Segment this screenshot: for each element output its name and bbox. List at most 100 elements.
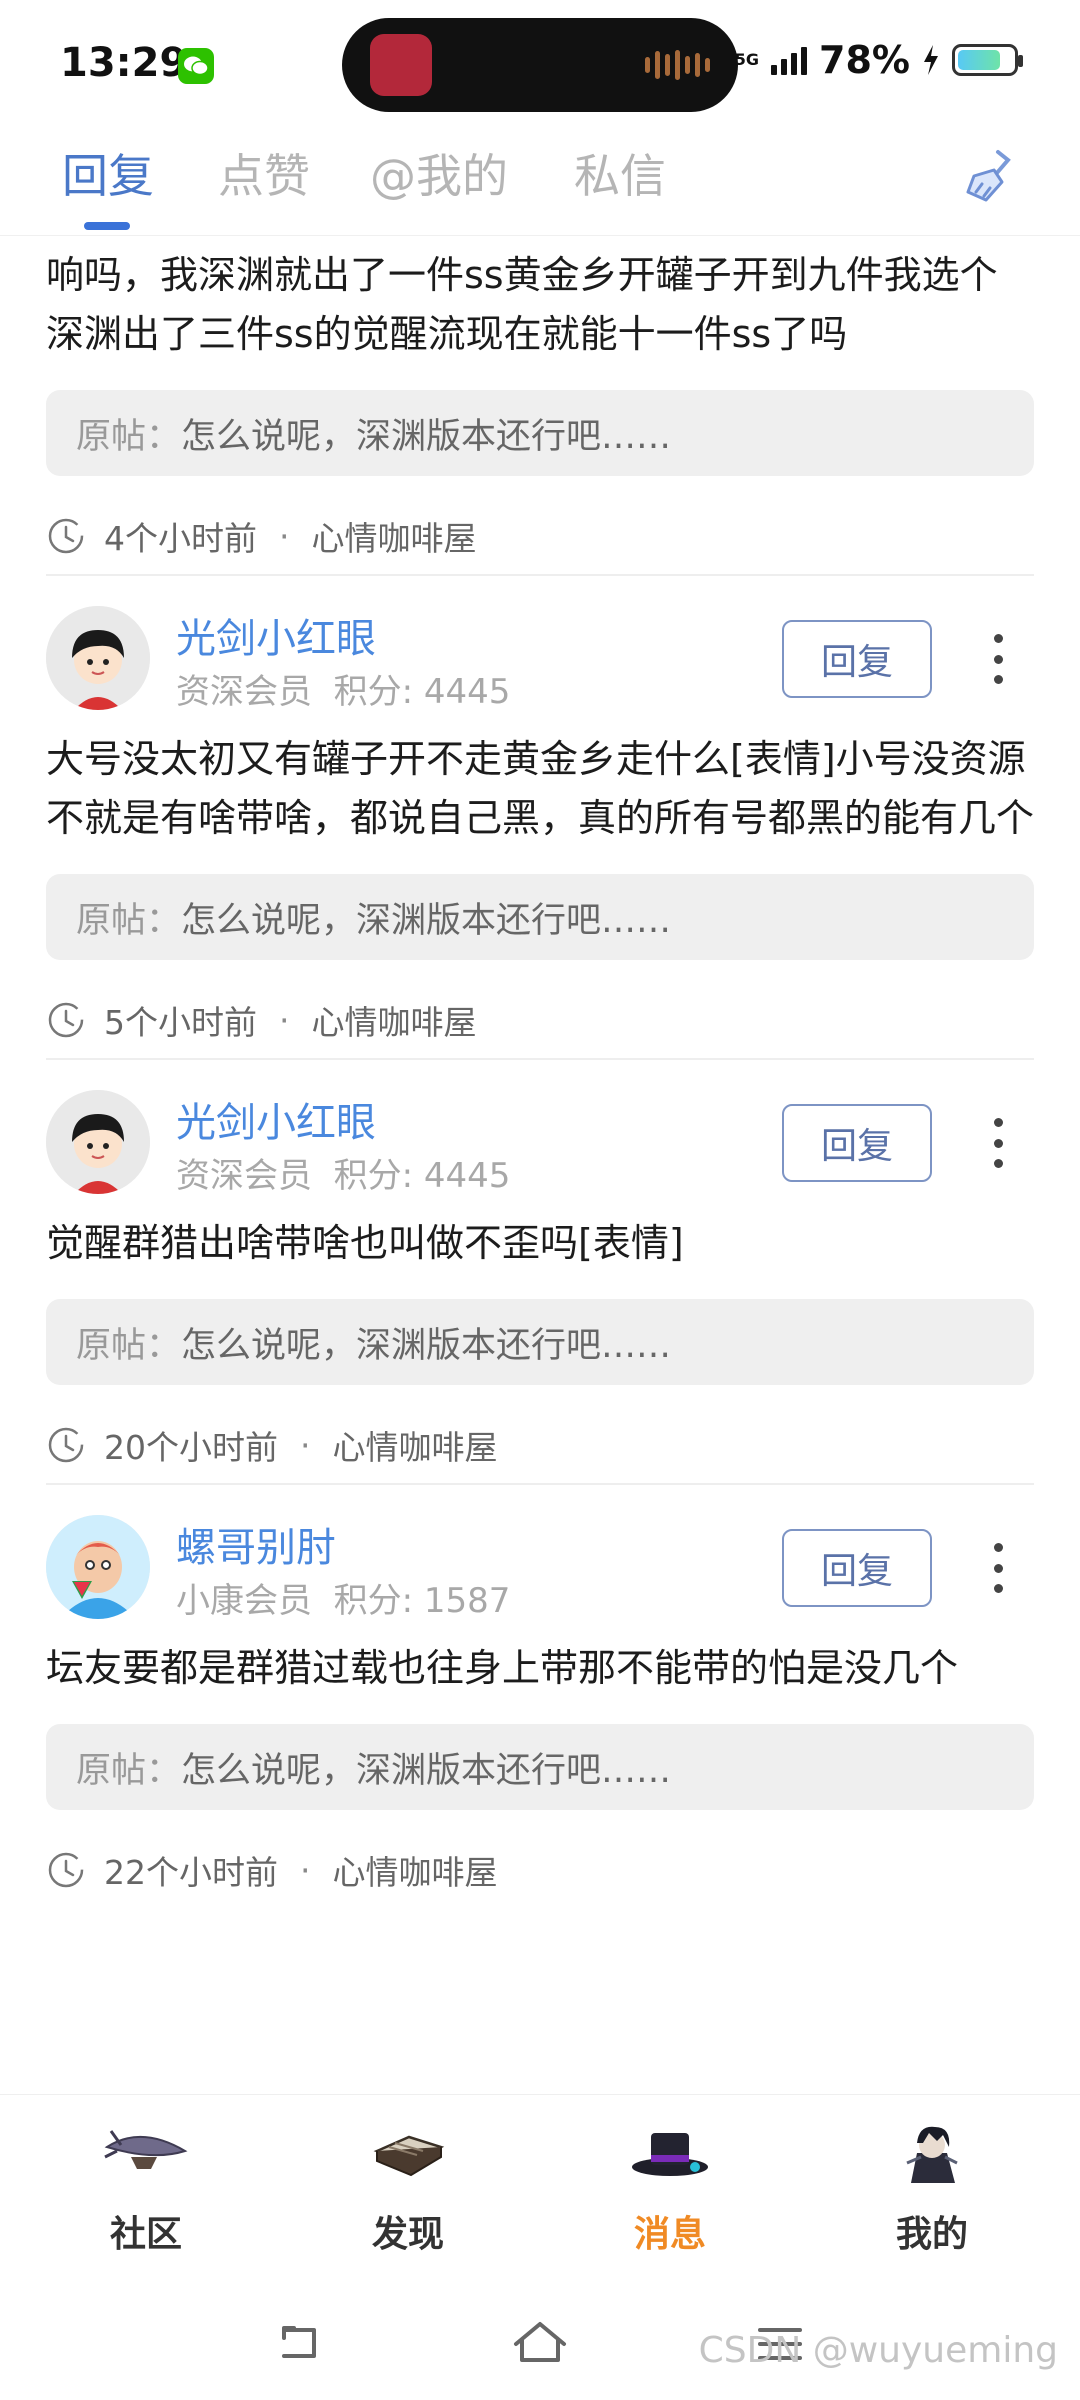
avatar[interactable] xyxy=(46,606,150,710)
reply-time: 4个小时前 xyxy=(104,519,257,558)
nav-label: 我的 xyxy=(895,2214,968,2255)
separator-dot: · xyxy=(300,1850,311,1890)
quote-label: 原帖： xyxy=(76,416,182,457)
forum-name[interactable]: 心情咖啡屋 xyxy=(312,996,477,1044)
more-options-icon[interactable] xyxy=(988,1118,1008,1168)
battery-icon xyxy=(952,44,1023,76)
character-icon xyxy=(906,2126,958,2183)
network-type: 5G xyxy=(734,50,760,69)
bottom-navigation: 社区 发现 消息 我的 xyxy=(0,2094,1080,2284)
member-level: 资深会员 xyxy=(176,1156,312,1196)
broom-icon[interactable] xyxy=(960,146,1020,206)
original-post-quote[interactable]: 原帖： 怎么说呢，深渊版本还行吧…… xyxy=(46,1724,1034,1810)
original-post-quote[interactable]: 原帖： 怎么说呢，深渊版本还行吧…… xyxy=(46,1299,1034,1385)
separator-dot: · xyxy=(279,516,290,556)
clock-icon xyxy=(48,1002,84,1038)
reply-content: 大号没太初又有罐子开不走黄金乡走什么[表情]小号没资源不就是有啥带啥，都说自己黑… xyxy=(46,737,1035,840)
username[interactable]: 光剑小红眼 xyxy=(176,606,376,664)
reply-item[interactable]: 螺哥别肘 小康会员 积分: 1587 回复 坛友要都是群猎过载也往身上带那不能带… xyxy=(0,1485,1080,1908)
signal-icon xyxy=(771,45,808,75)
status-time: 13:29 xyxy=(60,40,188,86)
reply-time: 22个小时前 xyxy=(104,1853,278,1892)
reply-content: 觉醒群猎出啥带啥也叫做不歪吗[表情] xyxy=(46,1221,684,1265)
nav-profile[interactable]: 我的 xyxy=(832,2095,1032,2257)
book-icon xyxy=(373,2135,445,2177)
username[interactable]: 光剑小红眼 xyxy=(176,1090,376,1148)
clock-icon xyxy=(48,1427,84,1463)
reply-button[interactable]: 回复 xyxy=(782,620,932,698)
tab-private-messages[interactable]: 私信 xyxy=(574,140,666,206)
quote-label: 原帖： xyxy=(76,1325,182,1366)
quote-label: 原帖： xyxy=(76,1750,182,1791)
member-info: 资深会员 积分: 4445 xyxy=(176,664,510,713)
member-info: 资深会员 积分: 4445 xyxy=(176,1148,510,1197)
user-row: 螺哥别肘 小康会员 积分: 1587 回复 xyxy=(46,1485,1034,1625)
quote-text: 怎么说呢，深渊版本还行吧…… xyxy=(181,1325,672,1366)
member-info: 小康会员 积分: 1587 xyxy=(176,1573,510,1622)
reply-meta: 20个小时前 · 心情咖啡屋 xyxy=(46,1407,1034,1483)
user-row: 光剑小红眼 资深会员 积分: 4445 回复 xyxy=(46,576,1034,716)
member-level: 小康会员 xyxy=(176,1581,312,1621)
tab-mentions[interactable]: @我的 xyxy=(370,140,508,206)
avatar[interactable] xyxy=(46,1515,150,1619)
status-right: 5G 78% xyxy=(734,38,1023,82)
dynamic-island[interactable] xyxy=(342,18,738,112)
hat-icon xyxy=(632,2133,708,2176)
charging-icon xyxy=(924,45,938,75)
nav-label: 发现 xyxy=(371,2214,444,2255)
nav-discover[interactable]: 发现 xyxy=(308,2095,508,2257)
nav-label: 消息 xyxy=(633,2214,706,2255)
tab-replies[interactable]: 回复 xyxy=(62,140,154,206)
user-row: 光剑小红眼 资深会员 积分: 4445 回复 xyxy=(46,1060,1034,1200)
home-icon[interactable] xyxy=(510,2314,570,2374)
quote-text: 怎么说呢，深渊版本还行吧…… xyxy=(181,900,672,941)
reply-feed[interactable]: 响吗，我深渊就出了一件ss黄金乡开罐子开到九件我选个深渊出了三件ss的觉醒流现在… xyxy=(0,236,1080,2090)
status-bar: 13:29 5G 78% xyxy=(0,0,1080,130)
member-level: 资深会员 xyxy=(176,672,312,712)
audio-wave-icon xyxy=(645,50,710,80)
reply-button[interactable]: 回复 xyxy=(782,1104,932,1182)
member-points: 积分: 4445 xyxy=(333,672,511,712)
separator-dot: · xyxy=(300,1425,311,1465)
clock-icon xyxy=(48,518,84,554)
quote-label: 原帖： xyxy=(76,900,182,941)
airship-icon xyxy=(104,2130,188,2169)
watermark: CSDN @wuyueming xyxy=(698,2330,1058,2371)
reply-item[interactable]: 响吗，我深渊就出了一件ss黄金乡开罐子开到九件我选个深渊出了三件ss的觉醒流现在… xyxy=(0,236,1080,574)
more-options-icon[interactable] xyxy=(988,634,1008,684)
nav-community[interactable]: 社区 xyxy=(46,2095,246,2257)
back-icon[interactable] xyxy=(270,2314,330,2374)
member-points: 积分: 1587 xyxy=(333,1581,511,1621)
avatar[interactable] xyxy=(46,1090,150,1194)
reply-meta: 5个小时前 · 心情咖啡屋 xyxy=(46,982,1034,1058)
reply-content: 坛友要都是群猎过载也往身上带那不能带的怕是没几个 xyxy=(46,1646,959,1690)
nav-label: 社区 xyxy=(109,2214,182,2255)
forum-name[interactable]: 心情咖啡屋 xyxy=(333,1421,498,1469)
reply-item[interactable]: 光剑小红眼 资深会员 积分: 4445 回复 觉醒群猎出啥带啥也叫做不歪吗[表情… xyxy=(0,1060,1080,1483)
reply-meta: 22个小时前 · 心情咖啡屋 xyxy=(46,1832,1034,1908)
reply-time: 5个小时前 xyxy=(104,1003,257,1042)
message-tabs: 回复 点赞 @我的 私信 xyxy=(0,130,1080,236)
more-options-icon[interactable] xyxy=(988,1543,1008,1593)
tab-likes[interactable]: 点赞 xyxy=(218,140,310,206)
wechat-notification-icon xyxy=(178,48,214,84)
original-post-quote[interactable]: 原帖： 怎么说呢，深渊版本还行吧…… xyxy=(46,874,1034,960)
original-post-quote[interactable]: 原帖： 怎么说呢，深渊版本还行吧…… xyxy=(46,390,1034,476)
reply-content: 响吗，我深渊就出了一件ss黄金乡开罐子开到九件我选个深渊出了三件ss的觉醒流现在… xyxy=(46,253,998,356)
reply-button[interactable]: 回复 xyxy=(782,1529,932,1607)
battery-percent: 78% xyxy=(819,38,910,82)
quote-text: 怎么说呢，深渊版本还行吧…… xyxy=(181,1750,672,1791)
app-thumbnail-icon xyxy=(370,34,432,96)
active-tab-indicator xyxy=(84,222,130,230)
nav-messages[interactable]: 消息 xyxy=(570,2095,770,2257)
member-points: 积分: 4445 xyxy=(333,1156,511,1196)
reply-meta: 4个小时前 · 心情咖啡屋 xyxy=(46,498,1034,574)
forum-name[interactable]: 心情咖啡屋 xyxy=(312,512,477,560)
forum-name[interactable]: 心情咖啡屋 xyxy=(333,1846,498,1894)
quote-text: 怎么说呢，深渊版本还行吧…… xyxy=(181,416,672,457)
clock-icon xyxy=(48,1852,84,1888)
username[interactable]: 螺哥别肘 xyxy=(176,1515,336,1573)
reply-item[interactable]: 光剑小红眼 资深会员 积分: 4445 回复 大号没太初又有罐子开不走黄金乡走什… xyxy=(0,576,1080,1058)
separator-dot: · xyxy=(279,1000,290,1040)
reply-time: 20个小时前 xyxy=(104,1428,278,1467)
